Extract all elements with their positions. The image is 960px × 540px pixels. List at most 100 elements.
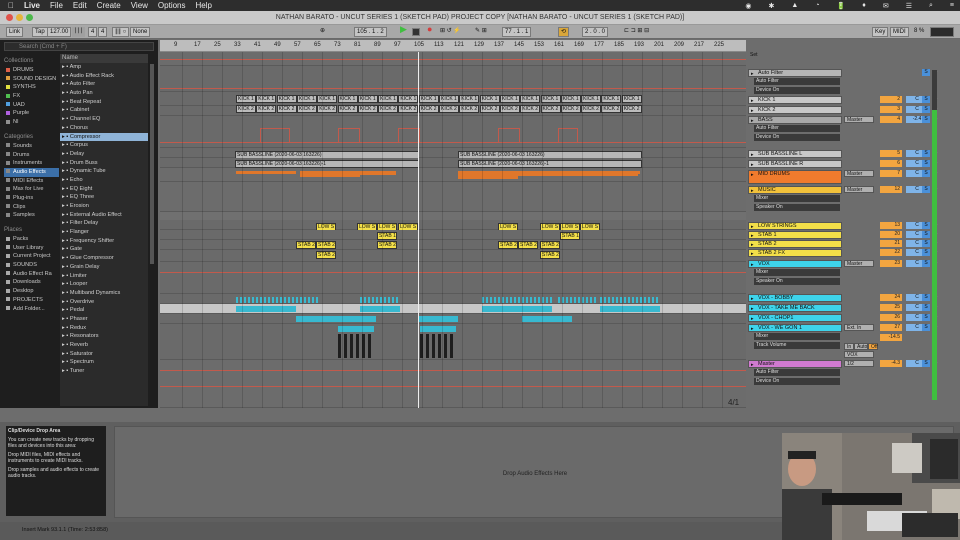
solo-button[interactable]: S	[922, 231, 930, 238]
output-routing-dropdown[interactable]: Master	[844, 170, 874, 177]
clip-sub-bassline[interactable]: SUB BASSLINE (2020-06-03 163226)-1	[458, 160, 642, 168]
tempo-field[interactable]: 127.00	[47, 27, 72, 37]
track-volume-field[interactable]: 23	[880, 260, 902, 267]
play-button[interactable]: ▶	[398, 25, 409, 35]
clip-stab-2-fx[interactable]: STAB 2	[540, 251, 560, 259]
track-header-music[interactable]: ▸ MUSIC	[748, 186, 842, 194]
place-item[interactable]: PROJECTS	[4, 296, 59, 305]
track-volume-field[interactable]: 22	[880, 249, 902, 256]
track-header-subr[interactable]: ▸ SUB BASSLINE R	[748, 160, 842, 168]
clip-kick-2[interactable]: KICK 2	[520, 105, 541, 113]
menu-edit[interactable]: Edit	[73, 1, 87, 10]
solo-button[interactable]: S	[922, 324, 930, 331]
category-item[interactable]: Audio Effects	[4, 167, 59, 177]
device-list-item[interactable]: ▸ ▪ Cabinet	[60, 106, 148, 115]
metronome-button[interactable]: ∥∥ ○	[112, 27, 130, 37]
solo-button[interactable]: S	[922, 116, 930, 123]
track-fold-icon[interactable]: ▸	[751, 162, 754, 167]
device-list-item[interactable]: ▸ ▪ Glue Compressor	[60, 254, 148, 263]
device-list-item[interactable]: ▸ ▪ Auto Pan	[60, 89, 148, 98]
arrangement-position[interactable]: 105 . 1 . 2	[354, 27, 387, 37]
device-list-item[interactable]: ▸ ▪ Erosion	[60, 202, 148, 211]
output-routing-dropdown[interactable]: 1/2	[844, 360, 874, 367]
clip-kick-1[interactable]: KICK 1	[256, 95, 277, 103]
automation-chooser[interactable]: Track Volume	[754, 342, 840, 349]
clip-kick-1[interactable]: KICK 1	[520, 95, 541, 103]
solo-button[interactable]: S	[922, 294, 930, 301]
place-item[interactable]: Desktop	[4, 287, 59, 296]
place-item[interactable]: Add Folder...	[4, 305, 59, 314]
track-fold-icon[interactable]: ▸	[751, 108, 754, 113]
clip-kick-2[interactable]: KICK 2	[236, 105, 256, 113]
track-volume-field[interactable]: 27	[880, 324, 902, 331]
track-fold-icon[interactable]: ▸	[751, 172, 754, 179]
solo-button[interactable]: S	[922, 160, 930, 167]
collection-item[interactable]: SOUND DESIGN	[4, 75, 59, 84]
track-fold-icon[interactable]: ▸	[751, 118, 754, 123]
device-list-item[interactable]: ▸ ▪ Spectrum	[60, 358, 148, 367]
loop-start-field[interactable]: 77 . 1 . 1	[502, 27, 532, 37]
status-icon[interactable]: ▲	[791, 2, 798, 10]
category-item[interactable]: Samples	[4, 211, 59, 220]
menu-file[interactable]: File	[50, 1, 63, 10]
track-header-lows[interactable]: ▸ LOW STRINGS	[748, 222, 842, 230]
track-header-bobby[interactable]: ▸ VOX - BOBBY	[748, 294, 842, 302]
solo-button[interactable]: S	[922, 249, 930, 256]
draw-mode-icon[interactable]: ✎ ⊞	[473, 27, 489, 37]
menu-help[interactable]: Help	[196, 1, 212, 10]
punch-icons[interactable]: ⊏ ⊐ ⊞ ⊟	[622, 27, 651, 37]
loop-switch-icon[interactable]: ⟲	[558, 27, 570, 37]
device-list-item[interactable]: ▸ ▪ Filter Delay	[60, 219, 148, 228]
device-list-item[interactable]: ▸ ▪ Looper	[60, 280, 148, 289]
track-volume-field[interactable]: 5	[880, 150, 902, 157]
track-header-vox[interactable]: ▸ VOX	[748, 260, 842, 268]
device-list-item[interactable]: ▸ ▪ Resonators	[60, 332, 148, 341]
track-volume-field[interactable]: 6	[880, 160, 902, 167]
clip-stab-2[interactable]: STAB 2	[316, 241, 336, 249]
category-item[interactable]: Instruments	[4, 159, 59, 168]
category-item[interactable]: Plug-ins	[4, 194, 59, 203]
track-header-autofilter_top[interactable]: ▸ Auto Filter	[748, 69, 842, 77]
clip-kick-2[interactable]: KICK 2	[621, 105, 642, 113]
automation-chooser[interactable]: Device On	[754, 134, 840, 141]
device-list-item[interactable]: ▸ ▪ Delay	[60, 150, 148, 159]
track-fold-icon[interactable]: ▸	[751, 362, 754, 367]
solo-button[interactable]: S	[922, 360, 930, 367]
place-item[interactable]: Current Project	[4, 252, 59, 261]
clip-kick-2[interactable]: KICK 2	[256, 105, 277, 113]
track-header-stab1[interactable]: ▸ STAB 1	[748, 231, 842, 239]
track-fold-icon[interactable]: ▸	[751, 326, 754, 331]
track-volume-field[interactable]: -14.5	[880, 334, 902, 341]
category-item[interactable]: Clips	[4, 203, 59, 212]
track-fold-icon[interactable]: ▸	[751, 251, 754, 256]
device-list-item[interactable]: ▸ ▪ Tuner	[60, 367, 148, 376]
solo-button[interactable]: S	[922, 170, 930, 177]
browser-scrollbar[interactable]	[150, 64, 154, 264]
clip-stab-2[interactable]: STAB 2	[498, 241, 518, 249]
track-volume-field[interactable]: 24	[880, 294, 902, 301]
device-list-item[interactable]: ▸ ▪ Amp	[60, 63, 148, 72]
clip-kick-1[interactable]: KICK 1	[317, 95, 338, 103]
automation-chooser[interactable]: Mixer	[754, 269, 840, 276]
clip-kick-2[interactable]: KICK 2	[560, 105, 581, 113]
stop-button[interactable]	[412, 28, 420, 36]
track-fold-icon[interactable]: ▸	[751, 98, 754, 103]
browser-search-input[interactable]: Search (Cmd + F)	[4, 42, 154, 51]
clip-stab-1[interactable]: STAB 1	[377, 232, 397, 240]
device-list-item[interactable]: ▸ ▪ Compressor	[60, 132, 148, 142]
solo-button[interactable]: S	[922, 186, 930, 193]
status-icon[interactable]: ◉	[745, 2, 751, 10]
clip-stab-2-fx[interactable]: STAB 2	[316, 251, 336, 259]
collection-item[interactable]: FX	[4, 92, 59, 101]
beat-ruler[interactable]: 9 17 25 33 41 49 57 65 73 81 89 97 105 113 121 129 137 14…	[160, 40, 746, 52]
automation-chooser[interactable]: Speaker On	[754, 278, 840, 285]
output-routing-dropdown[interactable]: Ext. In	[844, 324, 874, 331]
device-list-item[interactable]: ▸ ▪ Reverb	[60, 341, 148, 350]
solo-button[interactable]: S	[922, 314, 930, 321]
solo-button[interactable]: S	[922, 304, 930, 311]
status-icon[interactable]: ✱	[768, 2, 774, 10]
place-item[interactable]: Packs	[4, 235, 59, 244]
track-volume-field[interactable]: 20	[880, 231, 902, 238]
track-fold-icon[interactable]: ▸	[751, 152, 754, 157]
clip-stab-2[interactable]: STAB 2	[518, 241, 538, 249]
